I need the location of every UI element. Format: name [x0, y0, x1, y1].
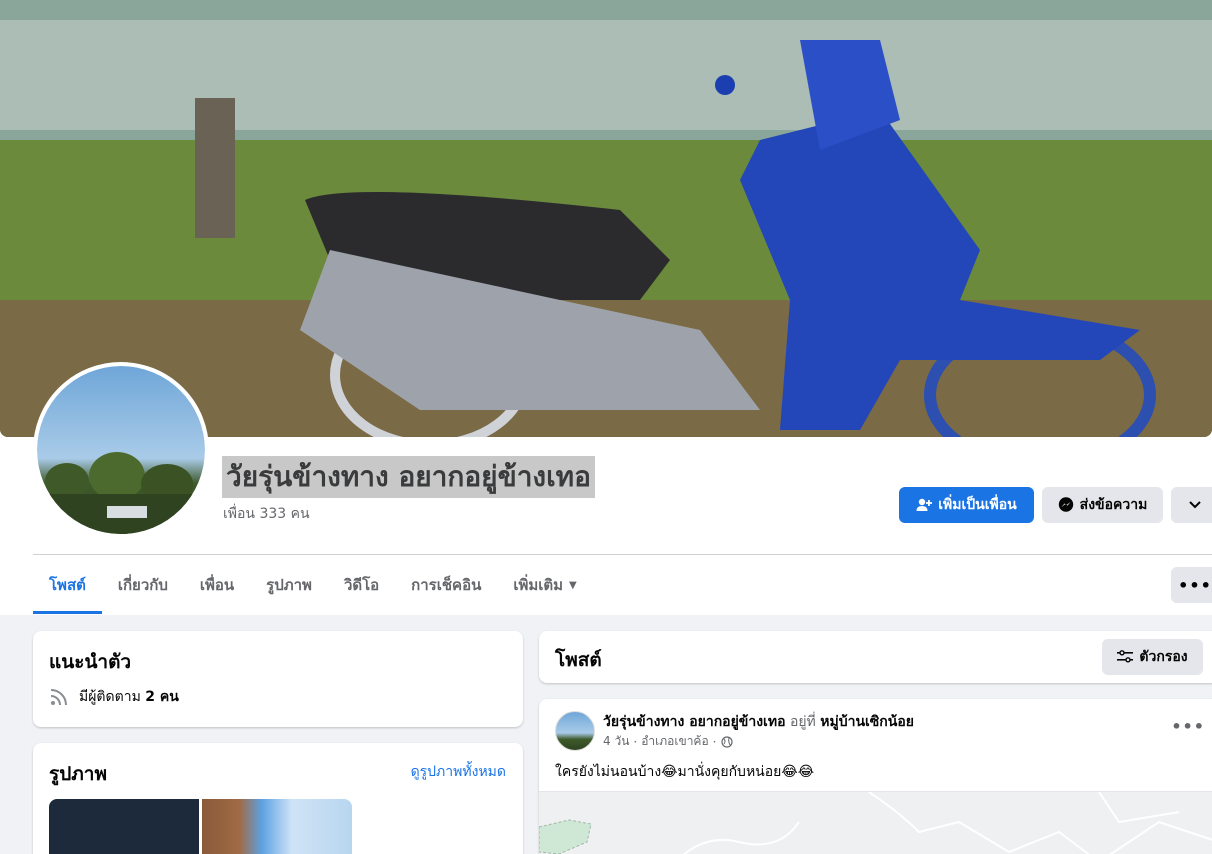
map-image: [539, 792, 1212, 854]
message-button[interactable]: ส่งข้อความ: [1042, 487, 1163, 523]
photo-thumbnail[interactable]: [202, 799, 352, 854]
profile-tabs: โพสต์ เกี่ยวกับ เพื่อน รูปภาพ วิดีโอ การ…: [33, 556, 593, 614]
tab-about[interactable]: เกี่ยวกับ: [102, 556, 184, 614]
photos-title: รูปภาพ: [49, 763, 107, 785]
post-place[interactable]: หมู่บ้านเซิกน้อย: [820, 714, 914, 730]
header-divider: [33, 554, 1212, 555]
meta-separator: ·: [712, 734, 717, 749]
chevron-down-icon: [1189, 501, 1201, 509]
tab-photos[interactable]: รูปภาพ: [250, 556, 328, 614]
tab-label: เพิ่มเติม: [513, 576, 564, 594]
add-friend-button[interactable]: เพิ่มเป็นเพื่อน: [899, 487, 1034, 523]
post-text: ใครยังไม่นอนบ้าง😂มานั่งคุยกับหน่อย😂😂: [555, 764, 815, 780]
post-options-button[interactable]: •••: [1171, 717, 1205, 736]
post-meta: 4 วัน · อำเภอเขาค้อ ·: [603, 732, 733, 751]
meta-separator: ·: [633, 734, 638, 749]
add-person-icon: [916, 498, 933, 511]
tab-more[interactable]: เพิ่มเติม ▼: [497, 556, 592, 614]
tab-label: เพื่อน: [199, 576, 235, 594]
tabs-options-button[interactable]: •••: [1171, 567, 1212, 603]
tab-checkins[interactable]: การเช็คอิน: [395, 556, 497, 614]
profile-options-button[interactable]: [1171, 487, 1212, 523]
post-author-name[interactable]: วัยรุ่นข้างทาง อยากอยู่ข้างเทอ: [603, 714, 785, 730]
messenger-icon: [1058, 497, 1073, 512]
tab-videos[interactable]: วิดีโอ: [328, 556, 395, 614]
filter-label: ตัวกรอง: [1139, 649, 1188, 665]
followers-text: มีผู้ติดตาม 2 คน: [79, 686, 179, 708]
avatar-image: [37, 452, 205, 534]
message-label: ส่งข้อความ: [1079, 497, 1148, 513]
friends-count[interactable]: เพื่อน 333 คน: [223, 503, 310, 525]
tab-label: เกี่ยวกับ: [117, 576, 168, 594]
tab-posts[interactable]: โพสต์: [33, 556, 102, 614]
followers-prefix: มีผู้ติดตาม: [79, 689, 141, 705]
followers-count[interactable]: 2 คน: [145, 689, 179, 705]
filter-button[interactable]: ตัวกรอง: [1102, 639, 1203, 675]
followers-row: มีผู้ติดตาม 2 คน: [49, 686, 179, 708]
post-map[interactable]: [539, 791, 1212, 854]
more-dots-icon: •••: [1178, 575, 1212, 595]
rss-icon: [50, 689, 67, 706]
tab-label: รูปภาพ: [266, 576, 312, 594]
globe-icon[interactable]: [720, 735, 733, 748]
post-time[interactable]: 4 วัน: [603, 732, 629, 751]
more-dots-icon: •••: [1171, 717, 1205, 736]
post-at-word: อยู่ที่: [789, 714, 816, 730]
tab-label: โพสต์: [49, 576, 86, 594]
caret-down-icon: ▼: [569, 579, 577, 591]
post-author-line: วัยรุ่นข้างทาง อยากอยู่ข้างเทอ อยู่ที่ ห…: [603, 711, 914, 733]
profile-name: วัยรุ่นข้างทาง อยากอยู่ข้างเทอ: [222, 456, 595, 498]
post-location[interactable]: อำเภอเขาค้อ: [641, 732, 708, 751]
add-friend-label: เพิ่มเป็นเพื่อน: [938, 497, 1017, 513]
posts-header-card: โพสต์ ตัวกรอง: [539, 631, 1212, 683]
profile-avatar[interactable]: [33, 362, 209, 538]
see-all-photos-link[interactable]: ดูรูปภาพทั้งหมด: [411, 761, 506, 783]
profile-header: วัยรุ่นข้างทาง อยากอยู่ข้างเทอ เพื่อน 33…: [0, 0, 1212, 615]
post-author-avatar[interactable]: [555, 711, 595, 751]
photo-thumbnail[interactable]: [49, 799, 199, 854]
post-card: วัยรุ่นข้างทาง อยากอยู่ข้างเทอ อยู่ที่ ห…: [539, 699, 1212, 854]
tab-label: วิดีโอ: [343, 576, 380, 594]
tab-label: การเช็คอิน: [411, 576, 482, 594]
intro-card: แนะนำตัว มีผู้ติดตาม 2 คน: [33, 631, 523, 727]
filter-sliders-icon: [1117, 650, 1134, 663]
posts-title: โพสต์: [555, 649, 602, 671]
intro-title: แนะนำตัว: [49, 651, 132, 673]
tab-friends[interactable]: เพื่อน: [184, 556, 250, 614]
photos-card: รูปภาพ ดูรูปภาพทั้งหมด: [33, 743, 523, 854]
